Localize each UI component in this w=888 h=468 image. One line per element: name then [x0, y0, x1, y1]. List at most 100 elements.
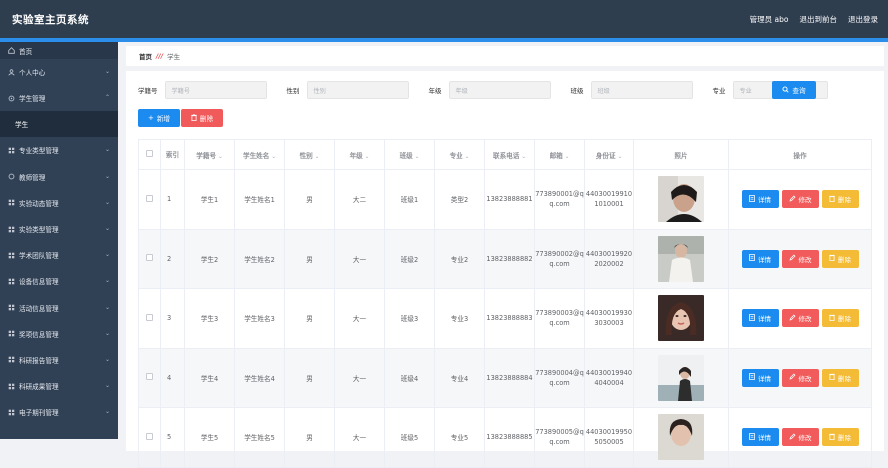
- cell-gender: 男: [284, 407, 335, 468]
- select-all-cell[interactable]: [138, 139, 161, 170]
- sidebar-item-experiment-type[interactable]: 实验类型管理 ⌄: [0, 216, 118, 242]
- sidebar-item-activity[interactable]: 活动信息管理 ⌄: [0, 295, 118, 321]
- add-button[interactable]: + 新增: [138, 109, 180, 127]
- row-checkbox[interactable]: [146, 194, 153, 202]
- column-header-grade[interactable]: 年级 ⌄: [334, 139, 385, 170]
- delete-button[interactable]: 删除: [821, 309, 859, 328]
- delete-button[interactable]: 删除: [821, 428, 859, 447]
- detail-button[interactable]: 详情: [741, 428, 779, 447]
- sidebar-item-e-journal[interactable]: 电子期刊管理 ⌄: [0, 399, 118, 425]
- settings-icon: [7, 94, 15, 102]
- pencil-icon: [789, 314, 796, 323]
- sort-icon[interactable]: ⌄: [618, 154, 623, 160]
- edit-button[interactable]: 修改: [781, 309, 819, 328]
- delete-label: 删除: [838, 255, 851, 264]
- delete-button[interactable]: 删除: [821, 190, 859, 209]
- row-select-cell[interactable]: [138, 288, 161, 349]
- row-select-cell[interactable]: [138, 228, 161, 289]
- sidebar-item-research-report[interactable]: 科研报告管理 ⌄: [0, 347, 118, 373]
- cell-phone: 13823888884: [484, 347, 535, 408]
- select-all-checkbox[interactable]: [146, 150, 153, 157]
- cell-actions: 详情 修改 删除: [728, 407, 872, 468]
- column-header-email[interactable]: 邮箱 ⌄: [534, 139, 585, 170]
- document-icon: [749, 373, 755, 382]
- sidebar-item-student-management[interactable]: 学生管理 ⌃: [0, 85, 118, 111]
- column-header-idcard[interactable]: 身份证 ⌄: [584, 139, 634, 170]
- header-label: 身份证: [595, 151, 616, 160]
- grid-icon: [7, 199, 15, 207]
- cell-major: 专业5: [434, 407, 485, 468]
- student-photo[interactable]: [658, 295, 704, 342]
- detail-button[interactable]: 详情: [741, 309, 779, 328]
- class-input[interactable]: 班级: [590, 81, 693, 99]
- detail-button[interactable]: 详情: [741, 190, 779, 209]
- sidebar-item-research-results[interactable]: 科研成果管理 ⌄: [0, 373, 118, 399]
- plus-icon: +: [147, 114, 154, 122]
- table-header-row: 索引 学籍号 ⌄ 学生姓名 ⌄ 性别 ⌄ 年级 ⌄ 班级 ⌄ 专业 ⌄ 联系电话 ⌄ 邮箱 ⌄ …: [138, 139, 872, 170]
- edit-button[interactable]: 修改: [781, 249, 819, 268]
- row-select-cell[interactable]: [138, 347, 161, 408]
- header-label: 班级: [399, 151, 413, 160]
- circle-icon: [7, 173, 15, 181]
- sidebar-item-teacher[interactable]: 教师管理 ⌄: [0, 164, 118, 190]
- chevron-down-icon: ⌄: [105, 382, 111, 390]
- student-photo[interactable]: [658, 176, 704, 223]
- sort-icon[interactable]: ⌄: [315, 154, 320, 160]
- column-header-phone[interactable]: 联系电话 ⌄: [484, 139, 535, 170]
- logout-link[interactable]: 退出登录: [848, 14, 878, 25]
- column-header-name[interactable]: 学生姓名 ⌄: [234, 139, 285, 170]
- header-label: 联系电话: [493, 151, 520, 160]
- student-photo[interactable]: [658, 235, 704, 282]
- admin-user-label[interactable]: 管理员 abo: [750, 14, 789, 25]
- top-header: 实验室主页系统 管理员 abo 退出到前台 退出登录: [0, 0, 888, 38]
- column-header-class[interactable]: 班级 ⌄: [384, 139, 435, 170]
- sidebar-item-awards[interactable]: 奖项信息管理 ⌄: [0, 321, 118, 347]
- exit-to-frontend-link[interactable]: 退出到前台: [800, 14, 838, 25]
- user-icon: [7, 68, 15, 76]
- sidebar-item-profile[interactable]: 个人中心 ⌄: [0, 59, 118, 85]
- table-row: 3 学生3 学生姓名3 男 大一 班级3 专业3 13823888883 773…: [138, 288, 872, 349]
- sidebar-item-home[interactable]: 首页: [0, 42, 118, 59]
- edit-button[interactable]: 修改: [781, 190, 819, 209]
- sort-icon[interactable]: ⌄: [465, 154, 470, 160]
- sort-icon[interactable]: ⌄: [271, 154, 276, 160]
- delete-button[interactable]: 删除: [821, 249, 859, 268]
- grade-input[interactable]: 年级: [448, 81, 551, 99]
- sidebar-item-major-type[interactable]: 专业类型管理 ⌄: [0, 137, 118, 163]
- sidebar-item-experiment-news[interactable]: 实验动态管理 ⌄: [0, 190, 118, 216]
- sort-icon[interactable]: ⌄: [365, 154, 370, 160]
- query-button[interactable]: 查询: [772, 81, 816, 99]
- delete-button[interactable]: 删除: [821, 368, 859, 387]
- sidebar-subitem-student[interactable]: 学生: [0, 111, 118, 138]
- gender-input[interactable]: 性别: [306, 81, 409, 99]
- detail-button[interactable]: 详情: [741, 249, 779, 268]
- row-select-cell[interactable]: [138, 169, 161, 230]
- student-no-input[interactable]: 学籍号: [164, 81, 267, 99]
- header-label: 学籍号: [196, 151, 217, 160]
- row-checkbox[interactable]: [146, 373, 153, 381]
- home-icon: [7, 47, 15, 55]
- sort-icon[interactable]: ⌄: [218, 154, 223, 160]
- table-row: 4 学生4 学生姓名4 男 大一 班级4 专业4 13823888884 773…: [138, 347, 872, 408]
- edit-button[interactable]: 修改: [781, 428, 819, 447]
- sort-icon[interactable]: ⌄: [565, 154, 570, 160]
- column-header-major[interactable]: 专业 ⌄: [434, 139, 485, 170]
- sort-icon[interactable]: ⌄: [415, 154, 420, 160]
- detail-button[interactable]: 详情: [741, 368, 779, 387]
- cell-grade: 大二: [334, 169, 385, 230]
- batch-delete-button[interactable]: 删除: [181, 109, 223, 127]
- student-photo[interactable]: [658, 414, 704, 461]
- row-checkbox[interactable]: [146, 254, 153, 262]
- delete-label: 删除: [838, 196, 851, 205]
- row-checkbox[interactable]: [146, 313, 153, 321]
- column-header-gender[interactable]: 性别 ⌄: [284, 139, 335, 170]
- column-header-student-no[interactable]: 学籍号 ⌄: [184, 139, 235, 170]
- row-select-cell[interactable]: [138, 407, 161, 468]
- breadcrumb-home[interactable]: 首页: [139, 51, 152, 61]
- edit-button[interactable]: 修改: [781, 368, 819, 387]
- sidebar-item-academic-team[interactable]: 学术团队管理 ⌄: [0, 242, 118, 268]
- sort-icon[interactable]: ⌄: [521, 154, 526, 160]
- trash-icon: [829, 433, 835, 442]
- sidebar-item-equipment[interactable]: 设备信息管理 ⌄: [0, 268, 118, 294]
- student-photo[interactable]: [658, 354, 704, 401]
